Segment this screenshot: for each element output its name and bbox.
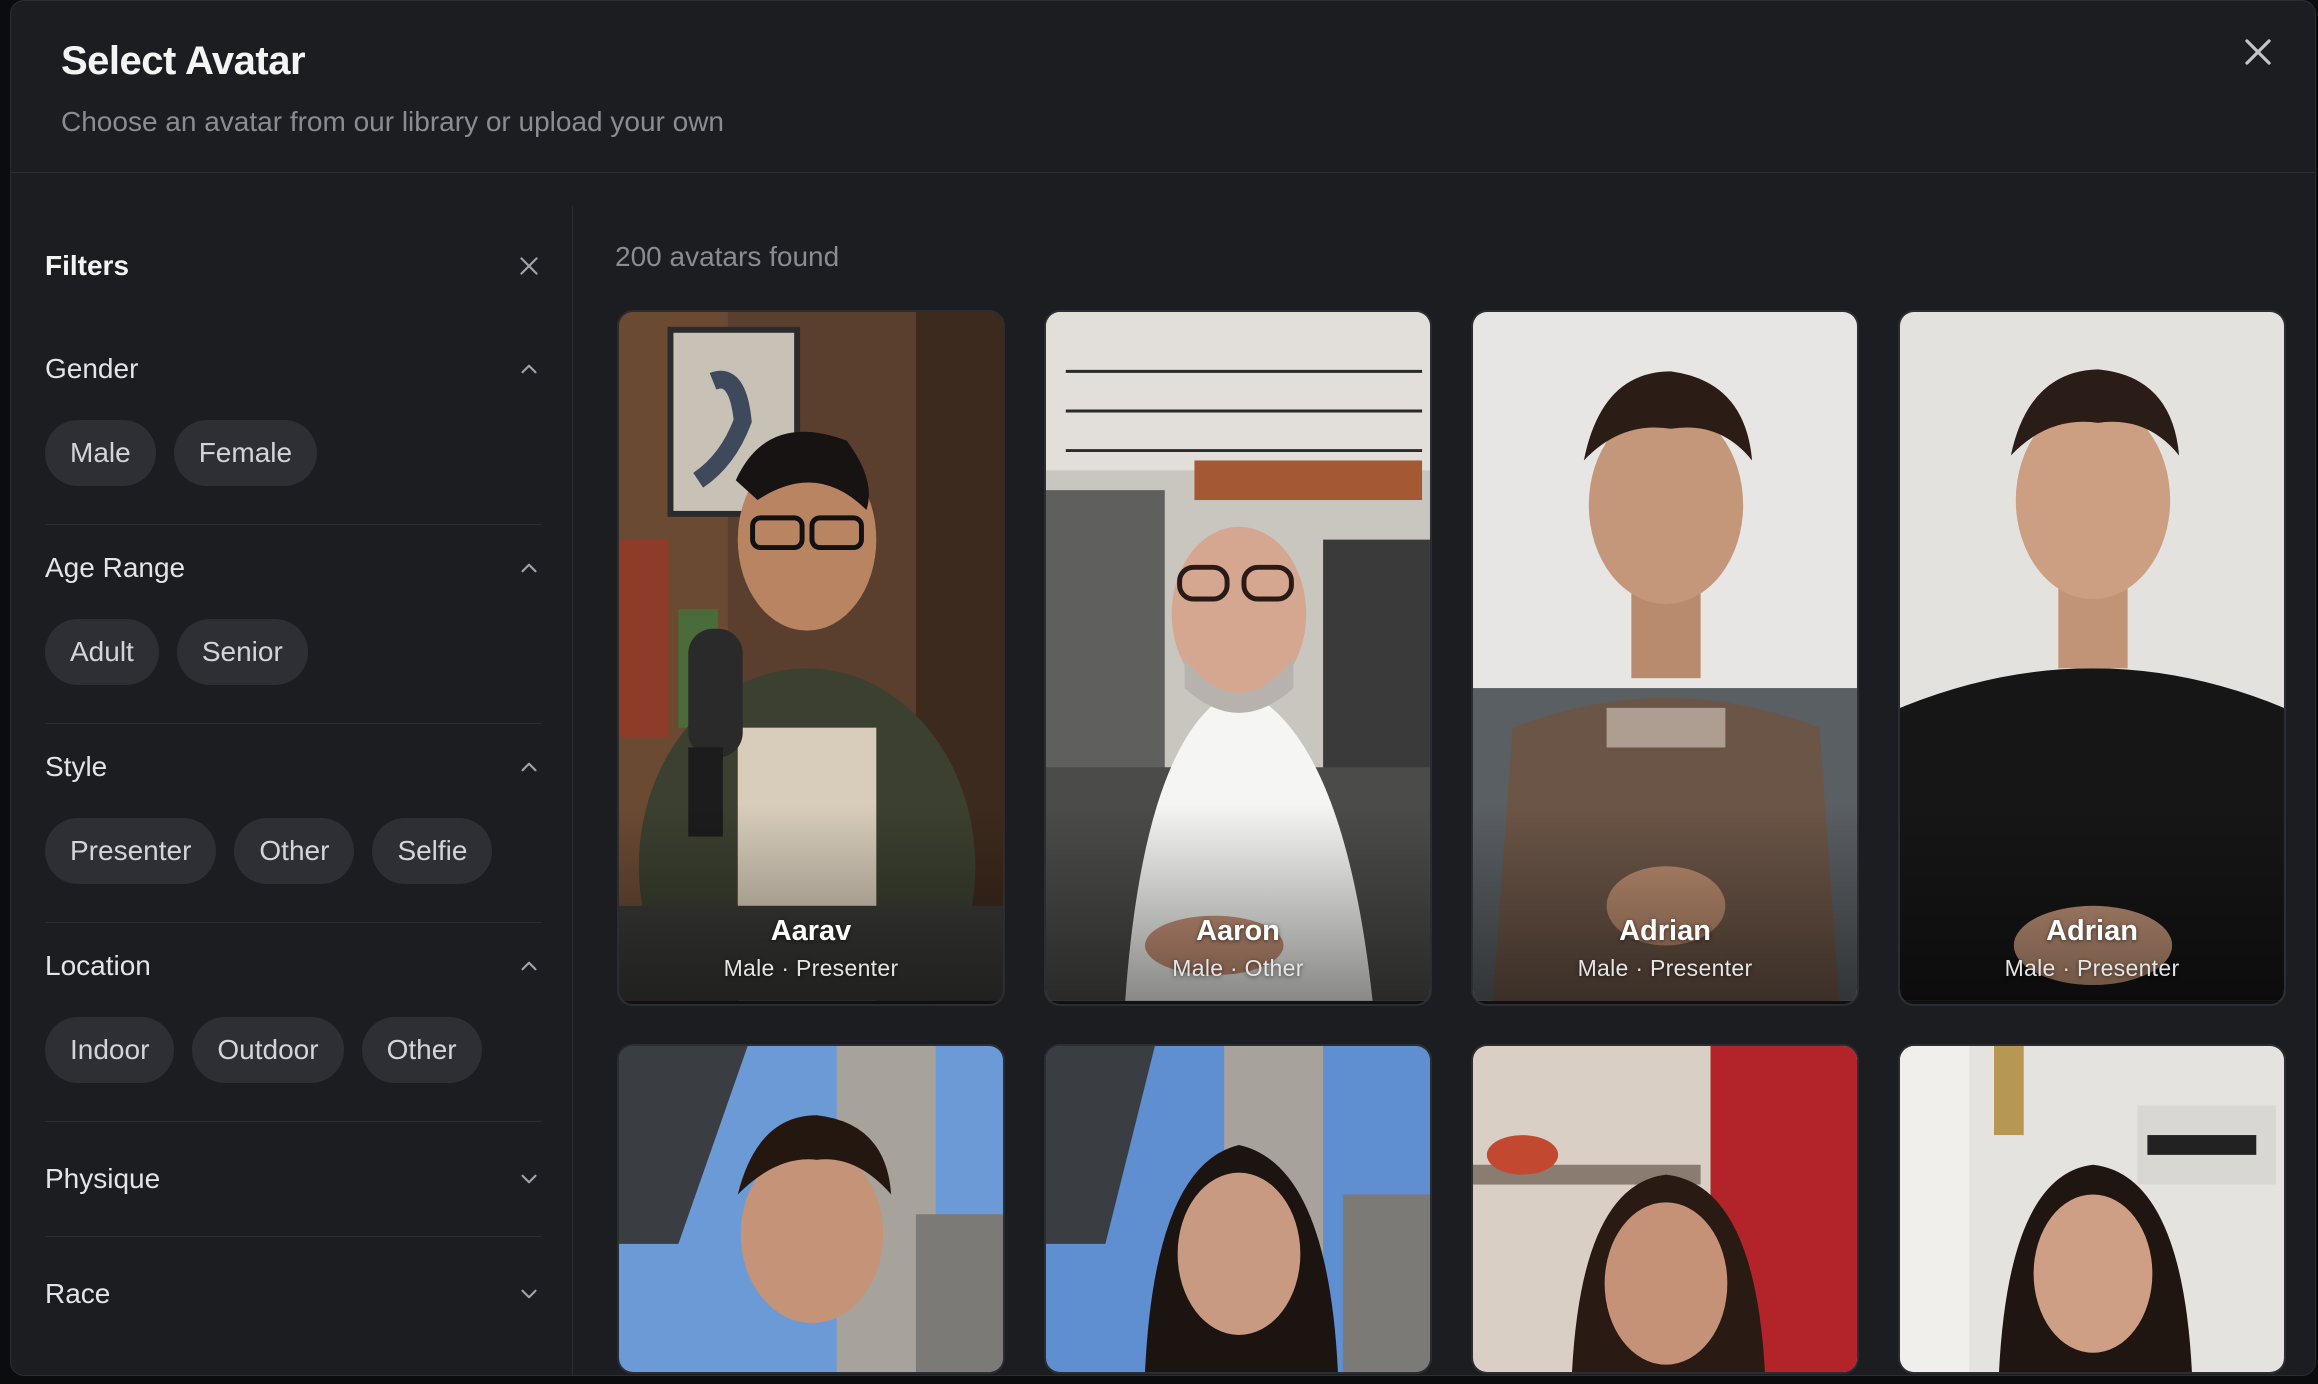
filter-options: Adult Senior [45,611,542,723]
avatar-meta: Male · Presenter [723,955,899,981]
avatar-card[interactable]: Adrian Male · Presenter [1471,310,1859,1006]
avatar-meta: Male · Other [1172,955,1304,981]
filter-section-header[interactable]: Location [45,923,542,1009]
chevron-up-icon [521,762,537,772]
filter-section-title: Location [45,950,151,981]
avatar-photo [619,1046,1003,1372]
filter-section-location: Location Indoor Outdoor Other [45,923,542,1122]
filter-section-header[interactable]: Physique [45,1122,542,1236]
filter-section-header[interactable]: Gender [45,326,542,412]
avatar-card[interactable] [1044,1044,1432,1374]
chevron-up-icon [521,961,537,971]
modal-title: Select Avatar [61,39,306,83]
filter-section-title: Race [45,1278,111,1309]
filter-section-style: Style Presenter Other Selfie [45,724,542,923]
modal-subtitle: Choose an avatar from our library or upl… [61,106,725,137]
filter-section-title: Gender [45,353,139,384]
filter-section-title: Age Range [45,552,186,583]
filter-chip-other[interactable]: Other [234,818,355,884]
close-filters-icon[interactable] [516,253,542,279]
filter-chip-female[interactable]: Female [173,420,318,486]
filter-section-title: Physique [45,1163,161,1194]
avatar-card[interactable] [1898,1044,2286,1374]
avatar-card[interactable] [1471,1044,1859,1374]
avatar-photo [1473,1046,1857,1372]
avatar-photo [1900,1046,2284,1372]
close-icon[interactable] [2239,33,2277,71]
filter-chip-presenter[interactable]: Presenter [45,818,217,884]
chevron-down-icon [521,1174,537,1184]
filter-section-header[interactable]: Style [45,724,542,810]
filter-section-race: Race [45,1237,542,1351]
filter-chip-other-location[interactable]: Other [361,1017,482,1083]
filter-options: Male Female [45,412,542,524]
filter-section-header[interactable]: Age Range [45,525,542,611]
filter-options: Presenter Other Selfie [45,810,542,922]
avatar-name: Aarav [770,915,852,947]
avatar-meta: Male · Presenter [2004,955,2180,981]
chevron-up-icon [521,563,537,573]
avatar-name: Adrian [2046,915,2138,947]
filter-section-header[interactable]: Race [45,1237,542,1351]
avatar-name: Adrian [1619,915,1711,947]
avatar-card[interactable]: Aaron Male · Other [1044,310,1432,1006]
avatar-card[interactable]: Aarav Male · Presenter [617,310,1005,1006]
filter-chip-outdoor[interactable]: Outdoor [192,1017,344,1083]
avatar-meta: Male · Presenter [1577,955,1753,981]
avatar-photo [1046,1046,1430,1372]
filters-header: Filters [45,206,542,326]
avatar-card[interactable]: Adrian Male · Presenter [1898,310,2286,1006]
modal-header: Select Avatar Choose an avatar from our … [11,1,2315,173]
filter-chip-senior[interactable]: Senior [176,619,308,685]
filter-options: Indoor Outdoor Other [45,1009,542,1121]
avatar-results: 200 avatars found Aarav Male · Presenter… [605,206,2315,1375]
filter-section-physique: Physique [45,1122,542,1237]
filter-chip-selfie[interactable]: Selfie [372,818,493,884]
chevron-up-icon [521,364,537,374]
avatar-grid: Aarav Male · Presenter Aaron Male · Othe… [605,310,2315,1374]
filter-section-title: Style [45,751,108,782]
chevron-down-icon [521,1289,537,1299]
filter-chip-adult[interactable]: Adult [45,619,159,685]
filter-chip-indoor[interactable]: Indoor [45,1017,175,1083]
avatar-card[interactable] [617,1044,1005,1374]
filter-section-age-range: Age Range Adult Senior [45,525,542,724]
filter-chip-male[interactable]: Male [45,420,156,486]
avatar-name: Aaron [1196,915,1280,947]
filters-sidebar: Filters Gender Male Female Age Range Adu… [11,206,573,1375]
filter-section-gender: Gender Male Female [45,326,542,525]
select-avatar-modal: Select Avatar Choose an avatar from our … [10,0,2316,1376]
results-count: 200 avatars found [615,241,840,272]
filters-title: Filters [45,250,130,281]
